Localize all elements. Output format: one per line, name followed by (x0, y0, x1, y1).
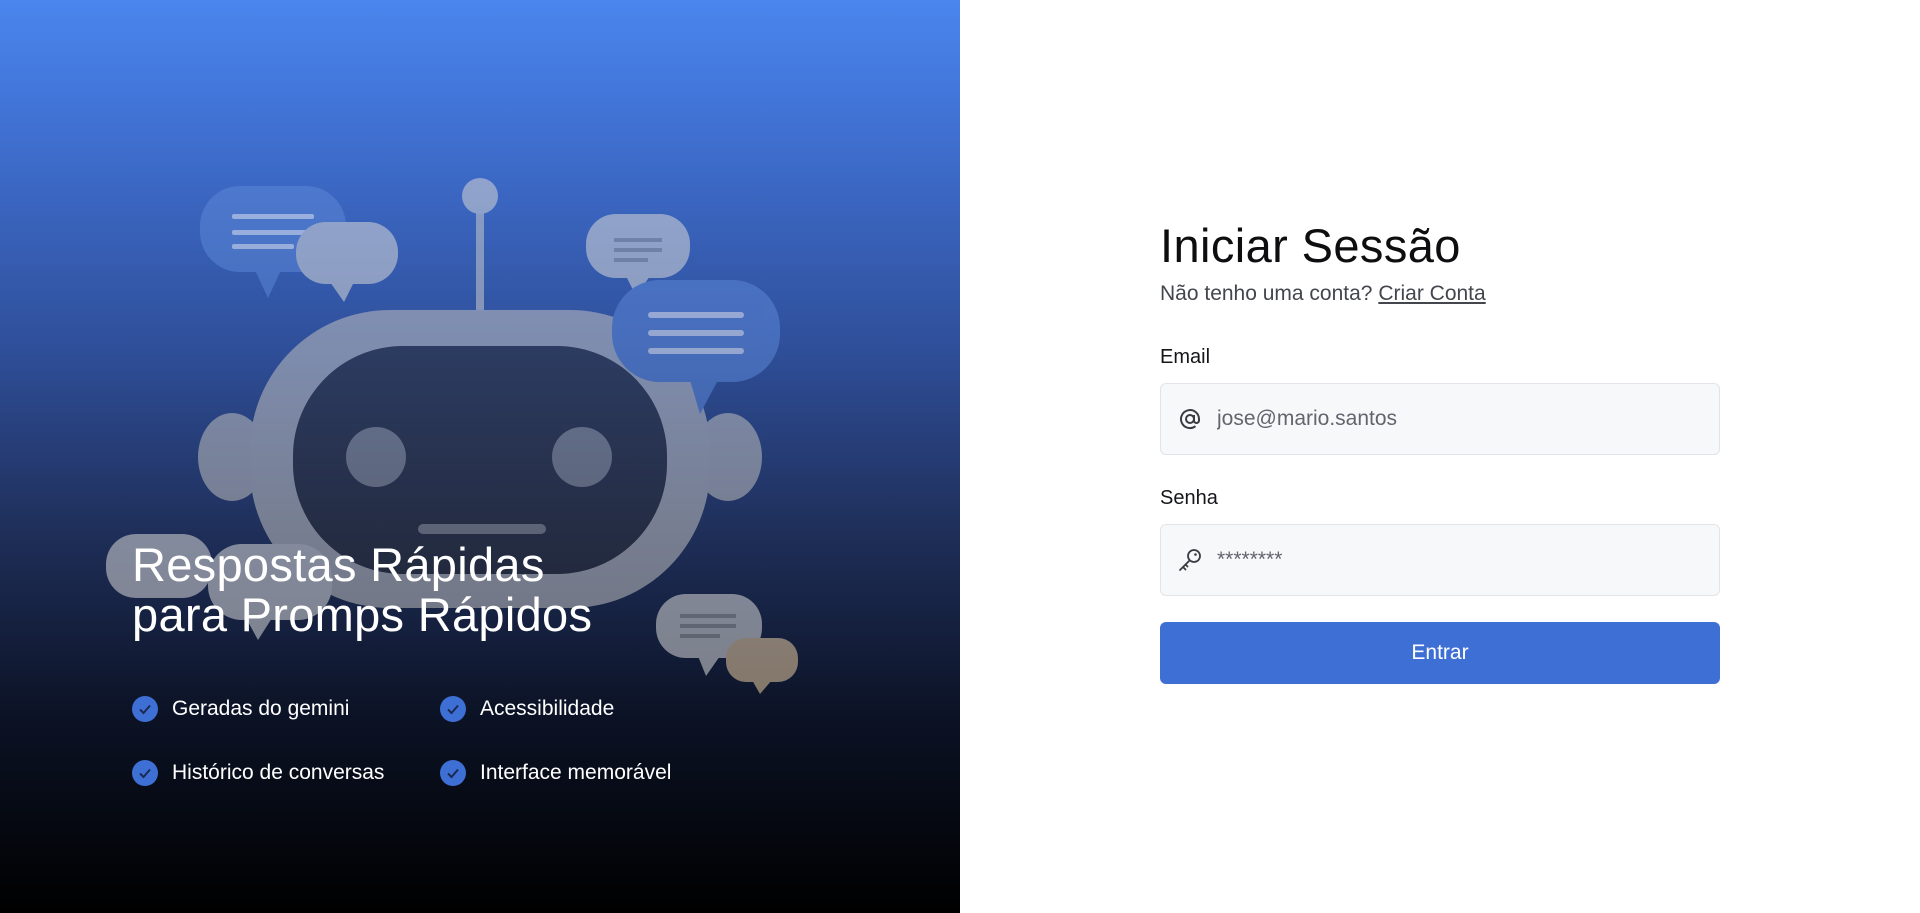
password-field[interactable] (1217, 525, 1719, 595)
check-icon (440, 760, 466, 786)
feature-item: Geradas do gemini (132, 696, 440, 722)
feature-list: Geradas do gemini Acessibilidade Históri… (132, 696, 772, 786)
feature-label: Geradas do gemini (172, 697, 350, 720)
password-field-wrapper (1160, 524, 1720, 596)
at-icon (1177, 406, 1203, 432)
feature-label: Acessibilidade (480, 697, 615, 720)
feature-item: Acessibilidade (440, 696, 740, 722)
feature-item: Interface memorável (440, 760, 740, 786)
login-form: Iniciar Sessão Não tenho uma conta? Cria… (1160, 216, 1720, 684)
signup-prompt-text: Não tenho uma conta? (1160, 282, 1373, 305)
feature-label: Interface memorável (480, 761, 672, 784)
password-label: Senha (1160, 487, 1218, 509)
page-title: Iniciar Sessão (1160, 219, 1461, 272)
check-icon (132, 696, 158, 722)
hero-title-line-1: Respostas Rápidas (132, 538, 545, 591)
email-label: Email (1160, 346, 1211, 368)
key-icon (1177, 547, 1203, 573)
check-icon (132, 760, 158, 786)
hero-panel: Respostas Rápidas para Promps Rápidos Ge… (0, 0, 960, 913)
login-button[interactable]: Entrar (1160, 622, 1720, 684)
signup-prompt: Não tenho uma conta? Criar Conta (1160, 282, 1720, 306)
hero-title-line-2: para Promps Rápidos (132, 588, 593, 641)
email-field-wrapper (1160, 383, 1720, 455)
login-panel: Iniciar Sessão Não tenho uma conta? Cria… (960, 0, 1920, 913)
check-icon (440, 696, 466, 722)
feature-item: Histórico de conversas (132, 760, 440, 786)
email-field[interactable] (1217, 384, 1719, 454)
feature-label: Histórico de conversas (172, 761, 385, 784)
create-account-link[interactable]: Criar Conta (1378, 282, 1485, 305)
hero-title: Respostas Rápidas para Promps Rápidos (132, 540, 592, 640)
